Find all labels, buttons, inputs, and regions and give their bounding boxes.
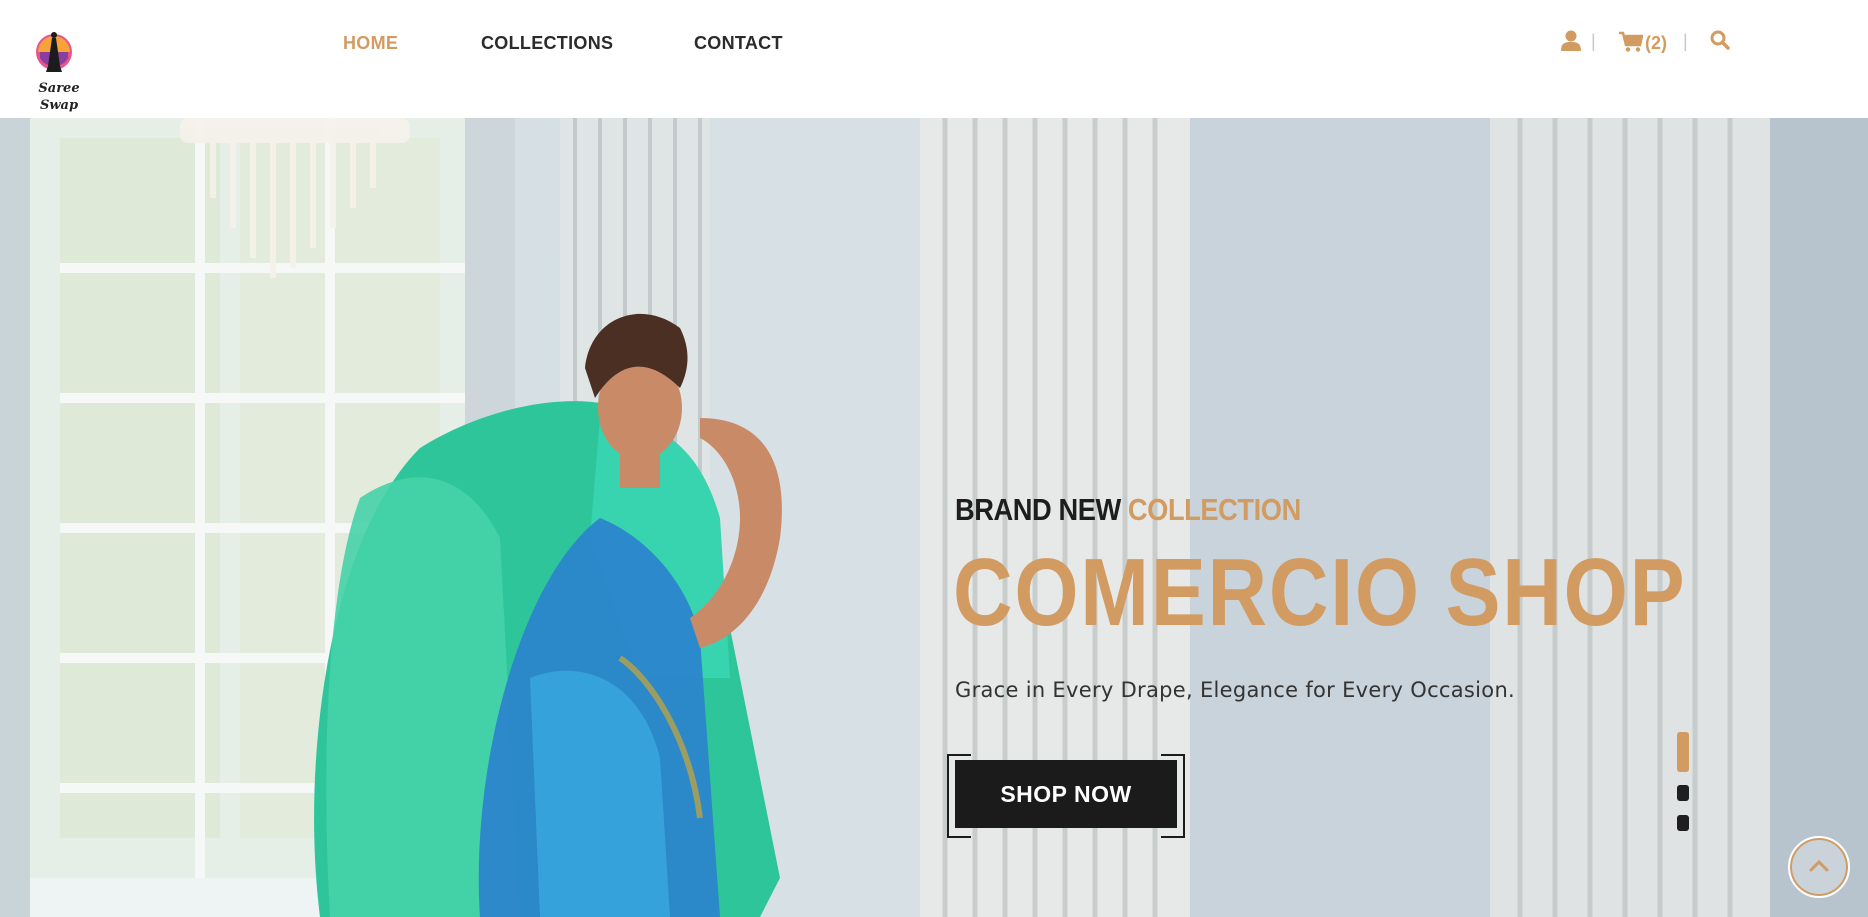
nav-collections[interactable]: COLLECTIONS: [481, 33, 613, 54]
logo-text-line-1: Saree: [38, 81, 80, 96]
site-header: Saree Swap HOME COLLECTIONS CONTACT | (2…: [0, 0, 1868, 118]
logo-text: Saree Swap: [34, 80, 84, 114]
back-to-top-button[interactable]: [1788, 836, 1850, 898]
hero-background-image: [0, 118, 1868, 917]
chevron-up-icon: [1809, 859, 1829, 872]
hero-eyebrow: BRAND NEW COLLECTION: [955, 492, 1301, 528]
separator: |: [1591, 31, 1596, 51]
hero-title: COMERCIO SHOP: [953, 539, 1687, 646]
shop-now-button[interactable]: SHOP NOW: [955, 760, 1177, 828]
slider-dot-2[interactable]: [1677, 785, 1689, 801]
cart-count-badge[interactable]: (2): [1645, 33, 1667, 54]
logo-text-line-2: Swap: [39, 98, 79, 113]
slider-dot-1[interactable]: [1677, 732, 1689, 772]
hero-tagline: Grace in Every Drape, Elegance for Every…: [955, 678, 1516, 702]
hero-eyebrow-dark: BRAND NEW: [955, 492, 1121, 527]
hero-eyebrow-gold: COLLECTION: [1127, 492, 1301, 527]
hero-banner: BRAND NEW COLLECTION COMERCIO SHOP Grace…: [0, 118, 1868, 917]
user-icon[interactable]: [1561, 30, 1581, 57]
nav-home[interactable]: HOME: [343, 33, 398, 54]
cart-icon[interactable]: [1619, 31, 1644, 58]
search-icon[interactable]: [1710, 30, 1730, 55]
shop-now-button-frame: SHOP NOW: [947, 754, 1185, 838]
separator: |: [1683, 31, 1688, 51]
logo-mark-icon: [36, 32, 72, 72]
slider-dot-3[interactable]: [1677, 815, 1689, 831]
nav-contact[interactable]: CONTACT: [694, 33, 783, 54]
